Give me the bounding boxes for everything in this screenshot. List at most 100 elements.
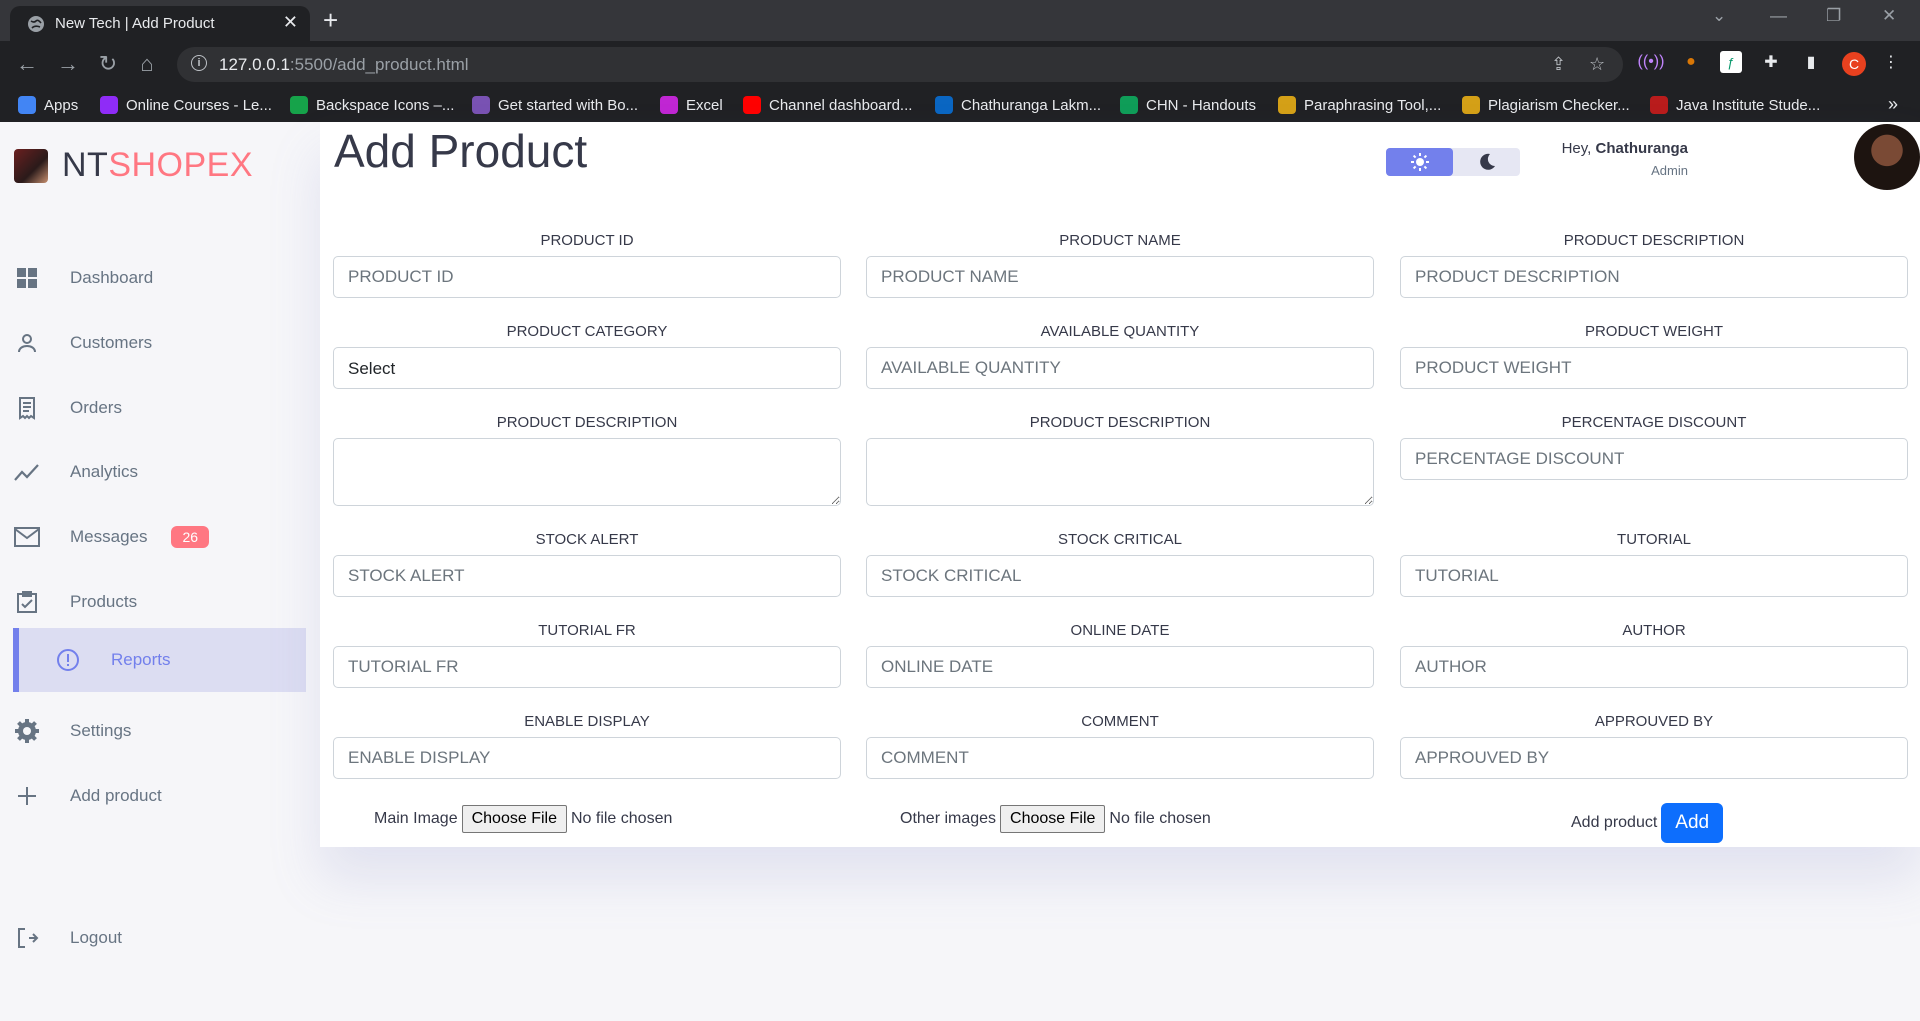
add-product-action: Add product Add [1571,803,1724,843]
main-image-choose-file-button[interactable]: Choose File [461,805,567,833]
clipboard-icon [14,589,40,615]
restore-button[interactable]: ❐ [1826,6,1841,26]
share-icon[interactable]: ⇪ [1551,54,1566,75]
extensions-puzzle-icon[interactable]: ✚ [1760,51,1782,73]
bookmark-item[interactable]: Plagiarism Checker... [1462,96,1630,114]
other-images-upload: Other images Choose File No file chosen [900,805,1211,833]
field-label: AVAILABLE QUANTITY [1040,323,1200,340]
field-label: PRODUCT DESCRIPTION [496,414,678,431]
approuved-by-input[interactable] [1400,737,1908,779]
other-images-choose-file-button[interactable]: Choose File [1000,805,1106,833]
product-description-textarea[interactable] [866,438,1374,506]
dark-mode-moon-icon[interactable] [1453,148,1520,176]
bookmark-item[interactable]: Get started with Bo... [472,96,638,114]
product-description-input[interactable] [1400,256,1908,298]
forward-icon[interactable]: → [54,50,82,78]
form-group-comment: COMMENT [866,713,1374,779]
logout-icon [14,925,40,951]
tutorial-input[interactable] [1400,555,1908,597]
form-group-stock-critical: STOCK CRITICAL [866,531,1374,597]
sidebar-item-analytics[interactable]: Analytics [14,440,307,504]
enable-display-input[interactable] [333,737,841,779]
stock-alert-input[interactable] [333,555,841,597]
comment-input[interactable] [866,737,1374,779]
avatar[interactable] [1854,124,1920,190]
alert-icon [55,647,81,673]
menu-kebab-icon[interactable]: ⋮ [1880,51,1902,73]
apps-grid-icon [18,96,36,114]
extension-cookie-icon[interactable]: ● [1680,51,1702,73]
field-label: PRODUCT DESCRIPTION [1563,232,1745,249]
close-tab-icon[interactable]: ✕ [283,12,298,33]
more-bookmarks-icon[interactable]: » [1888,94,1898,115]
browser-tab[interactable]: New Tech | Add Product ✕ [10,6,310,41]
add-button[interactable]: Add [1661,803,1724,843]
bookmark-item[interactable]: Java Institute Stude... [1650,96,1820,114]
site-info-icon[interactable]: i [191,55,207,71]
sidebar-item-dashboard[interactable]: Dashboard [14,246,307,310]
bookmark-favicon-icon [1278,96,1296,114]
product-weight-input[interactable] [1400,347,1908,389]
sidebar-item-add-product[interactable]: Add product [14,764,307,828]
sidebar-item-customers[interactable]: Customers [14,311,307,375]
minimize-button[interactable]: — [1770,6,1787,26]
star-icon[interactable]: ☆ [1589,54,1605,75]
tab-search-icon[interactable]: ⌄ [1712,6,1726,26]
sidebar-item-logout[interactable]: Logout [14,906,307,970]
form-group-percentage-discount: PERCENTAGE DISCOUNT [1400,414,1908,480]
author-input[interactable] [1400,646,1908,688]
extension-grammar-icon[interactable]: ƒ [1720,51,1742,73]
close-window-button[interactable]: ✕ [1882,6,1896,26]
reload-icon[interactable]: ↻ [94,50,122,78]
address-bar[interactable]: i 127.0.0.1:5500/add_product.html ⇪ ☆ [177,47,1623,82]
profile-avatar[interactable]: C [1842,52,1866,76]
sidebar-item-messages[interactable]: Messages 26 [14,505,307,569]
sidebar-item-label: Add product [70,786,162,805]
product-description-textarea[interactable] [333,438,841,506]
bookmark-label: Backspace Icons –... [316,96,455,114]
extension-radio-icon[interactable]: ((•)) [1638,51,1665,73]
field-label: ENABLE DISPLAY [524,713,650,730]
bookmark-item[interactable]: Chathuranga Lakm... [935,96,1101,114]
home-icon[interactable]: ⌂ [133,50,161,78]
bookmark-item[interactable]: Paraphrasing Tool,... [1278,96,1441,114]
bookmark-item[interactable]: Excel [660,96,723,114]
field-label: STOCK CRITICAL [1058,531,1182,548]
sidebar-item-orders[interactable]: Orders [14,376,307,440]
sidebar-item-settings[interactable]: Settings [14,699,307,763]
product-name-input[interactable] [866,256,1374,298]
bookmark-apps[interactable]: Apps [18,96,78,114]
light-mode-sun-icon[interactable] [1386,148,1453,176]
user-role: Admin [1651,163,1688,178]
back-icon[interactable]: ← [13,50,41,78]
product-id-input[interactable] [333,256,841,298]
bookmark-item[interactable]: Online Courses - Le... [100,96,272,114]
sidebar-item-reports[interactable]: Reports [13,628,306,692]
bookmark-item[interactable]: Backspace Icons –... [290,96,454,114]
sidebar: NTSHOPEX Dashboard Customers Orders Analyti… [0,122,306,1021]
greeting-text: Hey, Chathuranga [1561,140,1688,157]
stock-critical-input[interactable] [866,555,1374,597]
brand-logo[interactable]: NTSHOPEX [14,146,253,185]
sidebar-item-label: Settings [70,721,132,740]
message-count-badge: 26 [171,526,210,548]
field-label: COMMENT [1081,713,1159,730]
bookmark-favicon-icon [290,96,308,114]
available-quantity-input[interactable] [866,347,1374,389]
online-date-input[interactable] [866,646,1374,688]
field-label: STOCK ALERT [535,531,639,548]
tutorial-fr-input[interactable] [333,646,841,688]
product-category-select[interactable]: Select [333,347,841,389]
theme-toggle[interactable] [1386,148,1520,176]
bookmark-item[interactable]: CHN - Handouts [1120,96,1256,114]
new-tab-button[interactable]: + [323,6,338,34]
bookmark-label: Plagiarism Checker... [1488,96,1630,114]
bookmark-favicon-icon [743,96,761,114]
bookmark-item[interactable]: Channel dashboard... [743,96,912,114]
bookmark-label: Online Courses - Le... [126,96,272,114]
side-panel-icon[interactable]: ▮ [1800,51,1822,73]
form-group-product-weight: PRODUCT WEIGHT [1400,323,1908,389]
bookmark-favicon-icon [100,96,118,114]
percentage-discount-input[interactable] [1400,438,1908,480]
sidebar-item-products[interactable]: Products [14,570,307,634]
